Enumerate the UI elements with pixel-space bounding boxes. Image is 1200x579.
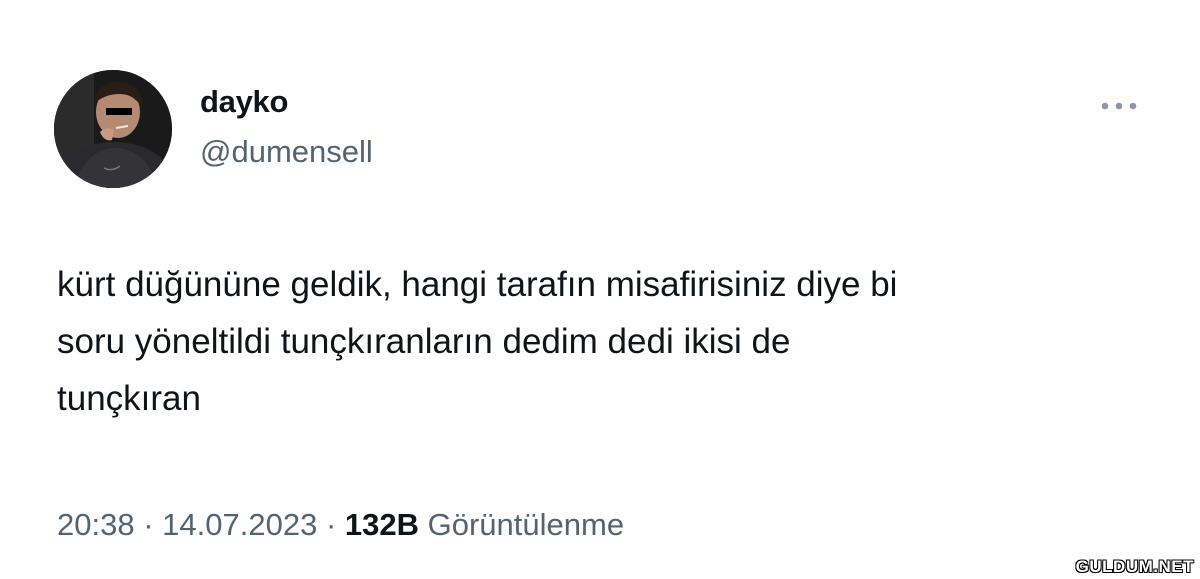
watermark-logo: GULDUM.NET xyxy=(1075,557,1194,576)
separator: · xyxy=(325,507,337,542)
avatar[interactable] xyxy=(54,70,172,188)
tweet-time[interactable]: 20:38 xyxy=(57,507,135,542)
separator: · xyxy=(143,507,154,542)
username-handle[interactable]: @dumensell xyxy=(200,134,373,170)
views-count[interactable]: 132B xyxy=(345,507,419,542)
views-label[interactable]: Görüntülenme xyxy=(428,507,624,542)
tweet-meta: 20:38 · 14.07.2023 · 132B Görüntülenme xyxy=(57,507,624,543)
tweet-date[interactable]: 14.07.2023 xyxy=(162,507,317,542)
tweet-text: kürt düğününe geldik, hangi tarafın misa… xyxy=(57,265,898,418)
display-name[interactable]: dayko xyxy=(200,84,288,120)
more-options-button[interactable] xyxy=(1096,92,1142,120)
profile-photo xyxy=(54,70,172,188)
more-horizontal-icon xyxy=(1101,102,1137,110)
